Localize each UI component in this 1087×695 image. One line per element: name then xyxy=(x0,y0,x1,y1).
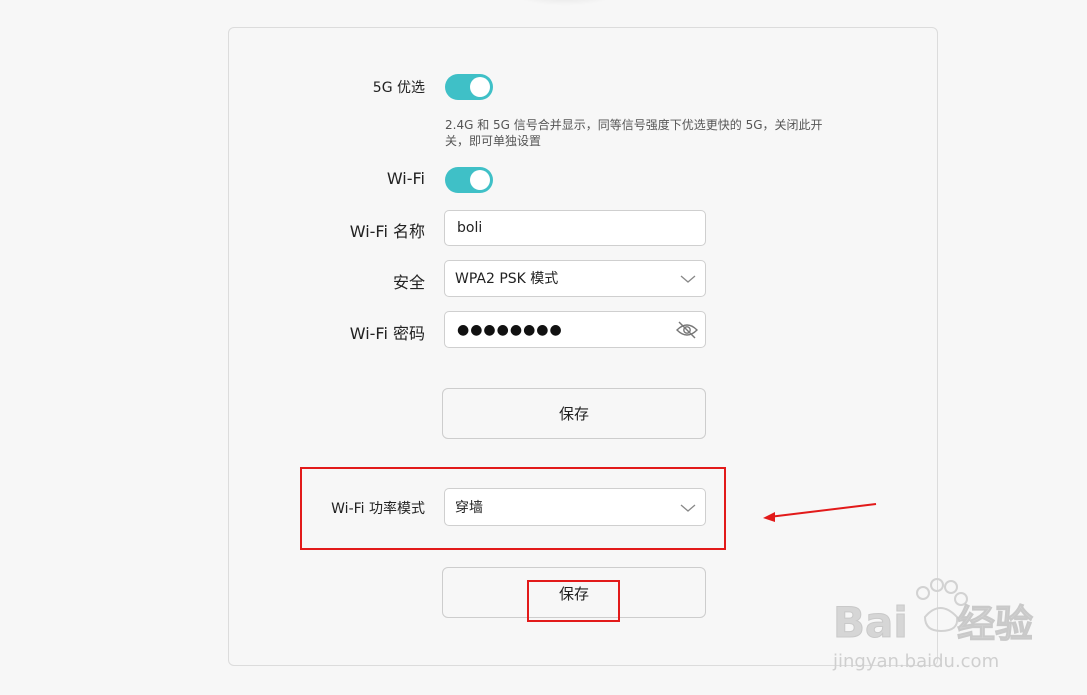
chevron-down-icon xyxy=(680,275,696,283)
ssid-label: Wi-Fi 名称 xyxy=(349,222,425,241)
watermark-url: jingyan.baidu.com xyxy=(832,651,999,672)
svg-text:经验: 经验 xyxy=(957,602,1033,646)
toggle-knob xyxy=(470,77,490,97)
baidu-jingyan-watermark: Bai 经验 jingyan.baidu.com xyxy=(832,578,1034,672)
toggle-knob xyxy=(470,170,490,190)
save-highlight xyxy=(527,580,620,622)
band-pref-toggle[interactable] xyxy=(445,74,493,100)
ssid-input[interactable] xyxy=(445,211,705,245)
security-label: 安全 xyxy=(392,273,425,292)
password-field[interactable]: ●●●●●●●● xyxy=(444,311,706,348)
band-pref-label: 5G 优选 xyxy=(372,80,425,96)
security-select[interactable]: WPA2 PSK 模式 xyxy=(444,260,706,297)
wifi-label: Wi-Fi xyxy=(386,169,425,188)
save-button[interactable]: 保存 xyxy=(442,388,706,439)
svg-text:Bai: Bai xyxy=(833,598,908,647)
top-decoration xyxy=(505,0,625,6)
password-input[interactable]: ●●●●●●●● xyxy=(457,312,563,348)
power-mode-highlight xyxy=(300,467,726,550)
eye-off-icon[interactable] xyxy=(675,319,699,341)
password-label: Wi-Fi 密码 xyxy=(349,324,425,343)
band-pref-hint: 2.4G 和 5G 信号合并显示，同等信号强度下优选更快的 5G，关闭此开关，即… xyxy=(445,118,823,148)
security-value: WPA2 PSK 模式 xyxy=(455,271,559,287)
ssid-field xyxy=(444,210,706,246)
wifi-toggle[interactable] xyxy=(445,167,493,193)
annotation-arrow xyxy=(763,503,877,522)
